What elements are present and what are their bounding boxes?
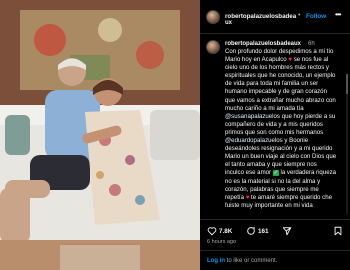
post-header: robertopalazuelosbadea ux • Follow ••• [200, 0, 350, 34]
follow-button[interactable]: Follow [306, 13, 326, 20]
caption-time: 6h [308, 41, 315, 47]
author-avatar[interactable] [206, 10, 220, 24]
caption-scrollbar-track[interactable] [346, 74, 348, 214]
mention-link[interactable]: @eduardopalazuelos [225, 137, 283, 144]
author-username[interactable]: robertopalazuelosbadea [225, 13, 296, 20]
author-username-overflow[interactable]: ux [225, 20, 232, 26]
check-mark-emoji: ✓ [272, 170, 279, 177]
comments-count[interactable]: 161 [258, 228, 269, 235]
post-details-panel: robertopalazuelosbadea ux • Follow ••• r… [200, 0, 350, 270]
caption-scrollbar-thumb[interactable] [346, 74, 348, 94]
action-bar: 7.8K 161 [200, 219, 350, 241]
login-prompt: Log in to like or comment. [200, 250, 350, 270]
login-link[interactable]: Log in [207, 258, 225, 264]
caption-text: Con profundo dolor despedimos a mi tío M… [225, 48, 337, 210]
bookmark-icon[interactable] [333, 226, 343, 236]
comment-icon[interactable] [246, 226, 256, 236]
caption-section: robertopalazuelosbadeaux 6h Con profundo… [200, 34, 350, 219]
caption-author-username[interactable]: robertopalazuelosbadeaux [225, 41, 301, 47]
login-prompt-text: Log in to like or comment. [207, 258, 277, 264]
post-time-ago[interactable]: 6 hours ago [207, 239, 236, 245]
login-prompt-rest: to like or comment. [226, 258, 278, 264]
separator-dot: • [298, 12, 301, 19]
more-icon[interactable]: ••• [335, 10, 341, 19]
post-photo[interactable] [0, 0, 200, 270]
likes-count[interactable]: 7.8K [219, 228, 232, 235]
share-icon[interactable] [282, 226, 292, 236]
couple-photo-illustration [0, 0, 200, 270]
red-heart-emoji: ♥ [288, 56, 292, 64]
heart-icon[interactable] [207, 226, 217, 236]
mention-link[interactable]: @susanapalazuelos [225, 113, 280, 120]
caption-part-2: se nos fue al cielo uno de los hombres m… [225, 56, 336, 112]
red-heart-emoji: ♥ [245, 193, 250, 201]
caption-author-avatar[interactable] [206, 40, 220, 54]
